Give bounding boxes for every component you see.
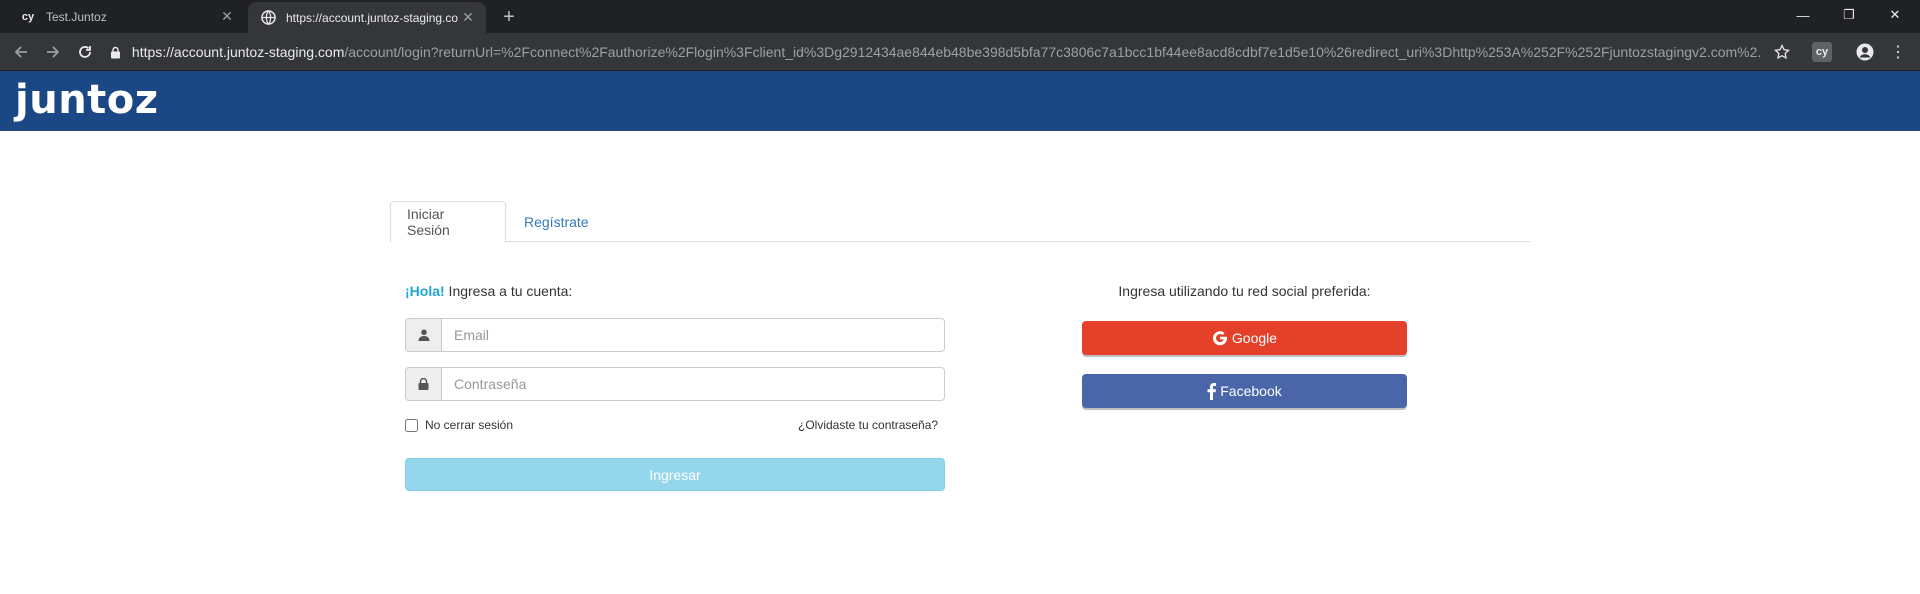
browser-tab-title: Test.Juntoz xyxy=(46,9,107,24)
tab-register[interactable]: Regístrate xyxy=(508,201,605,242)
greeting-text: Ingresa a tu cuenta: xyxy=(444,283,573,299)
email-input-group xyxy=(405,318,945,352)
cypress-extension-icon[interactable]: cy xyxy=(1812,42,1832,62)
bookmark-star-icon[interactable] xyxy=(1772,42,1792,62)
forward-arrow-icon[interactable] xyxy=(42,41,64,63)
juntoz-logo[interactable]: juntoz xyxy=(15,77,159,123)
minimize-icon[interactable]: — xyxy=(1780,0,1826,30)
restore-icon[interactable]: ❐ xyxy=(1826,0,1872,30)
reload-icon[interactable] xyxy=(74,41,96,63)
forgot-password-link[interactable]: ¿Olvidaste tu contraseña? xyxy=(798,418,938,432)
user-icon xyxy=(405,318,441,352)
back-arrow-icon[interactable] xyxy=(10,41,32,63)
cypress-favicon-icon: cy xyxy=(21,10,35,23)
greeting-hola: ¡Hola! xyxy=(405,283,445,299)
google-login-button[interactable]: Google xyxy=(1082,321,1407,355)
remember-me-checkbox[interactable] xyxy=(405,418,418,432)
url-path: /account/login?returnUrl=%2Fconnect%2Fau… xyxy=(344,44,1760,60)
profile-avatar-icon[interactable] xyxy=(1855,42,1875,62)
email-input[interactable] xyxy=(441,318,945,352)
site-header: juntoz xyxy=(0,71,1920,131)
globe-icon xyxy=(260,10,276,26)
auth-tabs: Iniciar Sesión Regístrate xyxy=(390,201,1530,243)
browser-tabstrip: cy Test.Juntoz ✕ https://account.juntoz-… xyxy=(0,0,1920,33)
lock-icon xyxy=(405,367,441,401)
close-window-icon[interactable]: ✕ xyxy=(1872,0,1918,30)
url-host: https://account.juntoz-staging.com xyxy=(131,44,345,60)
menu-kebab-icon[interactable]: ⋮ xyxy=(1888,42,1908,62)
social-login-label: Ingresa utilizando tu red social preferi… xyxy=(1118,283,1371,299)
lock-icon xyxy=(110,46,124,59)
google-icon xyxy=(1212,330,1228,346)
tab-login[interactable]: Iniciar Sesión xyxy=(390,201,506,243)
password-input-group xyxy=(405,367,945,401)
address-bar[interactable]: https://account.juntoz-staging.com/accou… xyxy=(110,38,1760,66)
browser-tab-account[interactable]: https://account.juntoz-staging.co ✕ xyxy=(248,2,486,33)
remember-me-label: No cerrar sesión xyxy=(425,418,514,432)
remember-me[interactable]: No cerrar sesión xyxy=(405,418,513,432)
password-input[interactable] xyxy=(441,367,945,401)
login-greeting: ¡Hola! Ingresa a tu cuenta: xyxy=(405,283,572,299)
login-submit-button[interactable]: Ingresar xyxy=(405,458,945,491)
close-tab-icon[interactable]: ✕ xyxy=(458,8,478,28)
facebook-login-button[interactable]: Facebook xyxy=(1082,374,1407,408)
browser-toolbar: https://account.juntoz-staging.com/accou… xyxy=(0,33,1920,71)
browser-tab-test-juntoz[interactable]: cy Test.Juntoz ✕ xyxy=(0,0,245,33)
browser-tab-title: https://account.juntoz-staging.co xyxy=(286,10,458,25)
facebook-icon xyxy=(1207,382,1217,400)
facebook-label: Facebook xyxy=(1220,383,1282,399)
google-label: Google xyxy=(1231,330,1278,346)
new-tab-icon[interactable]: + xyxy=(498,6,520,28)
close-tab-icon[interactable]: ✕ xyxy=(217,7,237,27)
